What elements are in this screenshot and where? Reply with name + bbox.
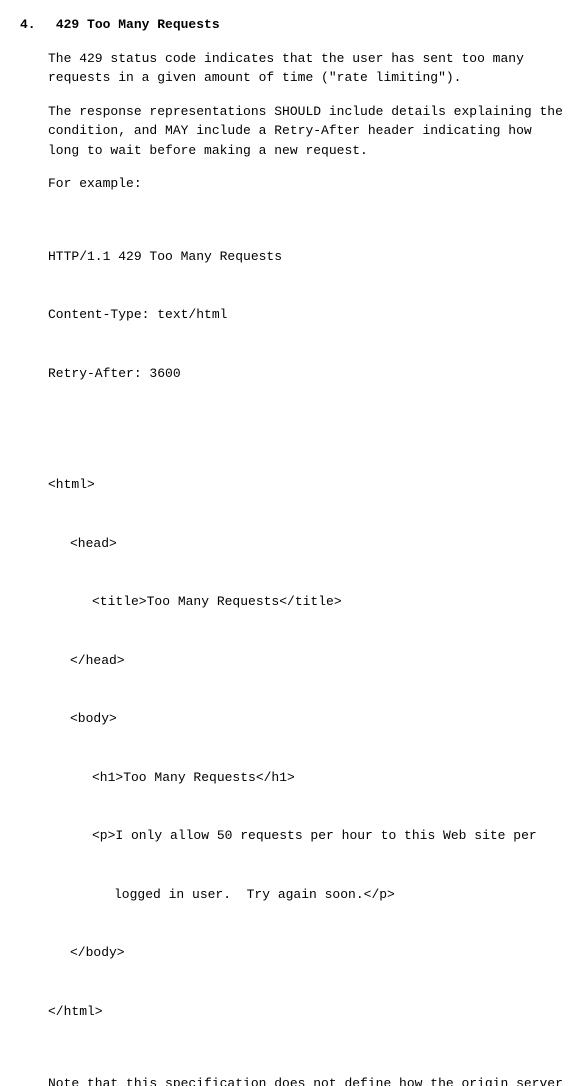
section-title: 429 Too Many Requests — [56, 17, 220, 32]
code-line: HTTP/1.1 429 Too Many Requests — [48, 247, 567, 267]
paragraph: For example: — [48, 174, 567, 194]
code-line: logged in user. Try again soon.</p> — [114, 885, 567, 905]
code-line: <title>Too Many Requests</title> — [92, 592, 567, 612]
section-number: 4. — [20, 15, 48, 35]
code-line: </body> — [70, 943, 567, 963]
paragraph: The response representations SHOULD incl… — [48, 102, 567, 161]
code-line: </html> — [48, 1002, 567, 1022]
code-line: <head> — [70, 534, 567, 554]
code-line: <html> — [48, 475, 567, 495]
code-line: <body> — [70, 709, 567, 729]
code-line: <p>I only allow 50 requests per hour to … — [92, 826, 567, 846]
code-line: <h1>Too Many Requests</h1> — [92, 768, 567, 788]
http-headers-example: HTTP/1.1 429 Too Many Requests Content-T… — [48, 208, 567, 423]
paragraph: The 429 status code indicates that the u… — [48, 49, 567, 88]
html-body-example: <html> <head> <title>Too Many Requests</… — [48, 436, 567, 1060]
section-header: 4. 429 Too Many Requests — [20, 15, 567, 35]
code-line: Retry-After: 3600 — [48, 364, 567, 384]
section-content: The 429 status code indicates that the u… — [48, 49, 567, 1086]
paragraph: Note that this specification does not de… — [48, 1074, 567, 1086]
code-line: </head> — [70, 651, 567, 671]
code-line: Content-Type: text/html — [48, 305, 567, 325]
